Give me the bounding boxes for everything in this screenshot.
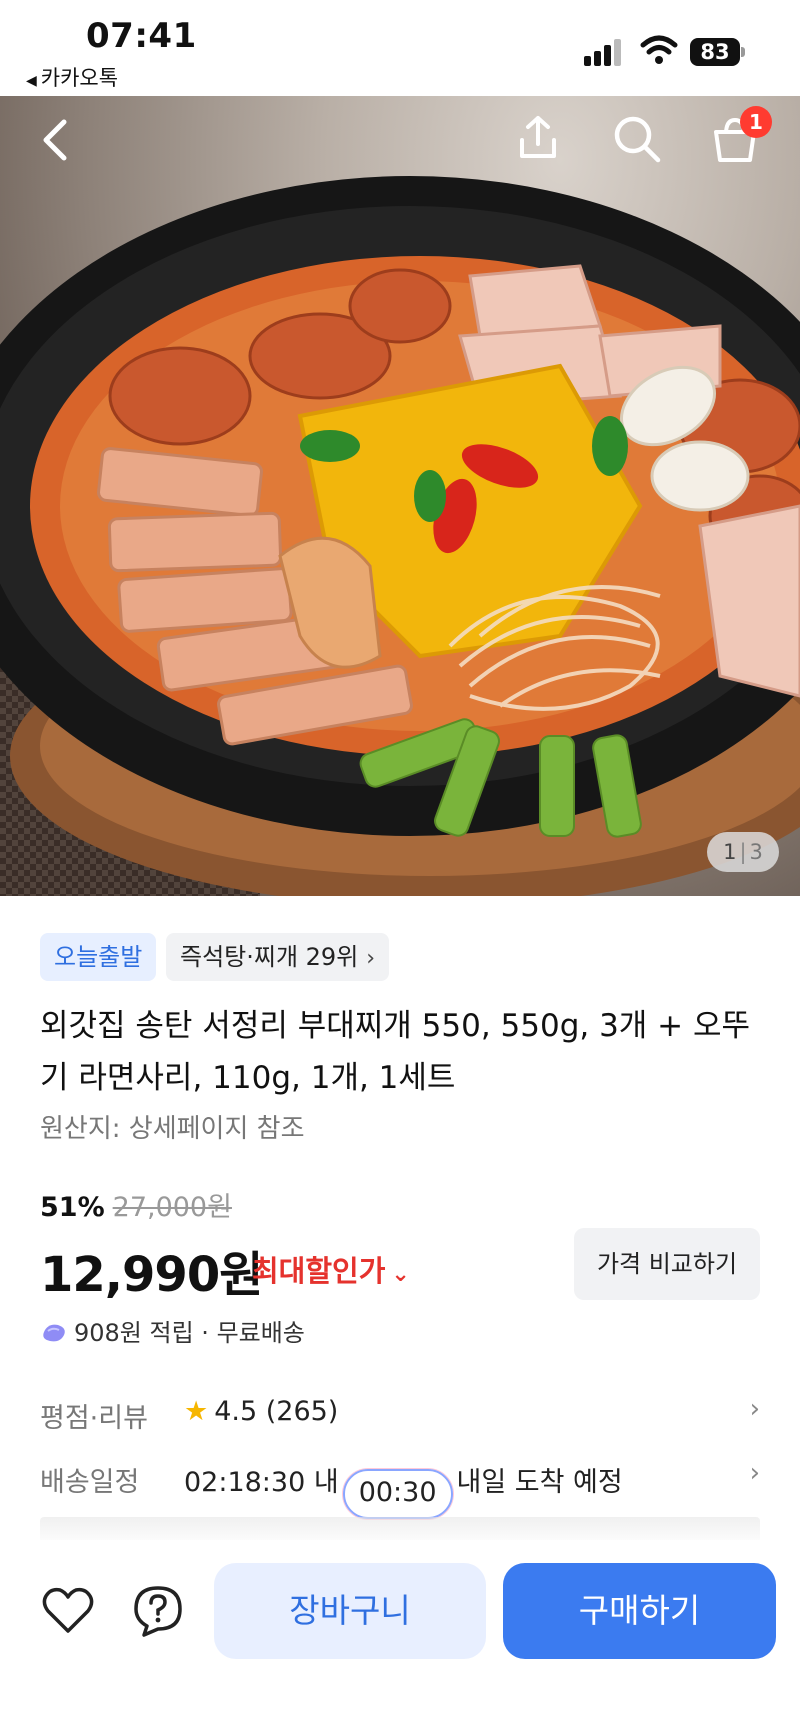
points-shipping: 908원 적립 · 무료배송 [40, 1313, 305, 1348]
add-to-cart-button[interactable]: 장바구니 [214, 1563, 486, 1659]
rating-label: 평점·리뷰 [40, 1403, 148, 1434]
delivery-schedule-row[interactable]: 배송일정 02:18:30 내 00:30 내일 도착 예정 › [40, 1452, 760, 1519]
max-discount-dropdown[interactable]: 최대할인가 ⌄ [252, 1248, 410, 1290]
chevron-right-icon: › [749, 1394, 760, 1424]
category-rank-label: 즉석탕·찌개 29위 [180, 943, 359, 971]
cellular-signal-icon [584, 38, 626, 66]
buy-now-button[interactable]: 구매하기 [503, 1563, 776, 1659]
wifi-icon [640, 35, 678, 64]
discount-percent: 51% [40, 1192, 105, 1223]
today-ship-badge: 오늘출발 [40, 933, 157, 981]
pager-total: 3 [749, 840, 763, 864]
origin-text: 원산지: 상세페이지 참조 [40, 1114, 305, 1144]
chevron-right-icon: › [749, 1458, 760, 1488]
product-title: 외갓집 송탄 서정리 부대찌개 550, 550g, 3개 + 오뚜기 라면사리… [40, 1008, 751, 1096]
question-help-icon[interactable] [130, 1583, 186, 1639]
star-icon: ★ [184, 1396, 209, 1427]
back-app-label: 카카오톡 [40, 66, 119, 90]
price-compare-button[interactable]: 가격 비교하기 [574, 1228, 760, 1300]
chevron-right-icon: › [366, 946, 376, 971]
delivery-label: 배송일정 [40, 1467, 140, 1498]
product-image[interactable] [0, 96, 800, 896]
share-icon[interactable] [516, 114, 560, 162]
discount-line: 51% 27,000원 [40, 1185, 232, 1224]
rating-value-wrap: ★ 4.5 (265) [184, 1396, 338, 1427]
battery-icon: 83 [690, 38, 746, 66]
status-time: 07:41 [86, 16, 197, 56]
back-to-app-link[interactable]: ◀ 카카오톡 [26, 62, 118, 92]
back-icon[interactable] [36, 116, 76, 164]
search-icon[interactable] [612, 114, 662, 164]
max-discount-label: 최대할인가 [252, 1254, 386, 1288]
rating-review-row[interactable]: 평점·리뷰 ★ 4.5 (265) › [40, 1388, 760, 1438]
delivery-prefix: 02:18:30 내 [184, 1467, 339, 1498]
pager-current: 1 [723, 840, 737, 864]
points-text: 908원 적립 · 무료배송 [74, 1319, 305, 1347]
delivery-value: 02:18:30 내 00:30 내일 도착 예정 [184, 1460, 623, 1519]
rating-value: 4.5 (265) [214, 1396, 339, 1427]
category-rank-link[interactable]: 즉석탕·찌개 29위 › [166, 933, 390, 981]
image-pager: 1 | 3 [707, 832, 779, 872]
status-bar: 07:41 ◀ 카카오톡 83 [0, 0, 800, 96]
delivery-suffix: 내일 도착 예정 [456, 1467, 623, 1498]
back-triangle-icon: ◀ [26, 73, 37, 89]
delivery-timer: 00:30 [342, 1469, 453, 1519]
sale-price: 12,990원 [40, 1247, 263, 1303]
battery-level: 83 [690, 38, 740, 66]
heart-icon[interactable] [40, 1583, 96, 1639]
budae-jjigae-photo [0, 176, 800, 896]
original-price: 27,000원 [112, 1192, 232, 1223]
chevron-down-icon: ⌄ [391, 1262, 410, 1287]
cart-count-badge: 1 [740, 106, 772, 138]
points-gem-icon [43, 1324, 65, 1342]
